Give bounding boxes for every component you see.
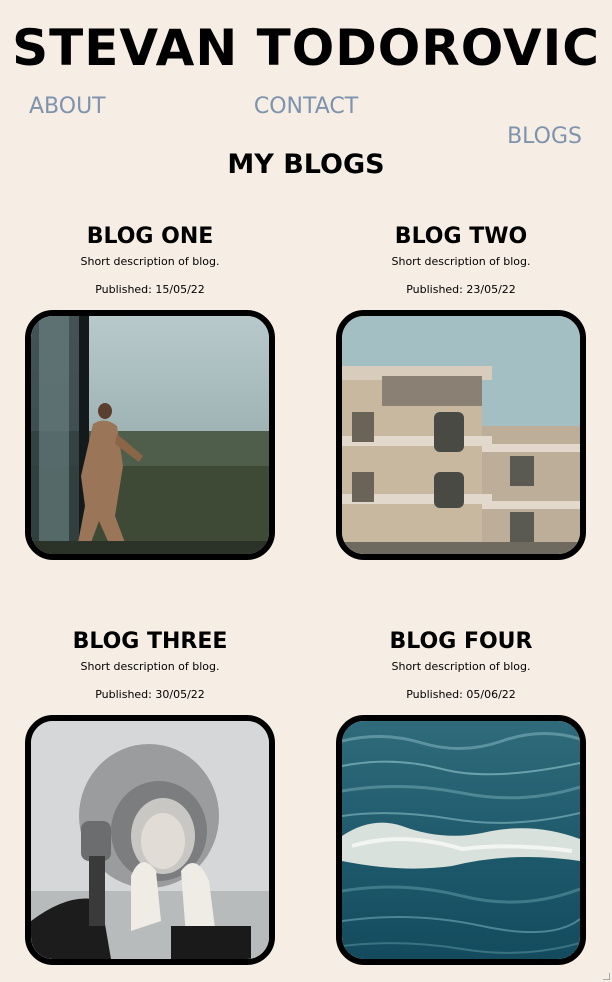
blog-description: Short description of blog. bbox=[80, 255, 220, 268]
blog-description: Short description of blog. bbox=[391, 255, 531, 268]
astronaut-helmet-photo[interactable] bbox=[25, 715, 275, 965]
blog-title[interactable]: BLOG FOUR bbox=[336, 627, 586, 657]
blog-description: Short description of blog. bbox=[80, 660, 220, 673]
resize-handle-icon bbox=[603, 973, 610, 980]
blog-published-date: Published: 30/05/22 bbox=[95, 688, 205, 701]
page-heading: MY BLOGS bbox=[227, 149, 385, 180]
blog-published-date: Published: 05/06/22 bbox=[406, 688, 516, 701]
site-title: STEVAN TODOROVIC bbox=[12, 19, 600, 77]
blog-card-three[interactable]: BLOG THREE Short description of blog. Pu… bbox=[25, 627, 275, 965]
woman-at-window-photo[interactable] bbox=[25, 310, 275, 560]
blog-published-date: Published: 15/05/22 bbox=[95, 283, 205, 296]
ocean-waves-photo[interactable] bbox=[336, 715, 586, 965]
nav-about-link[interactable]: ABOUT bbox=[29, 92, 106, 122]
blog-published-date: Published: 23/05/22 bbox=[406, 283, 516, 296]
blog-card-two[interactable]: BLOG TWO Short description of blog. Publ… bbox=[336, 222, 586, 560]
blog-description: Short description of blog. bbox=[391, 660, 531, 673]
main-nav: ABOUT CONTACT BLOGS bbox=[0, 92, 612, 149]
blog-card-one[interactable]: BLOG ONE Short description of blog. Publ… bbox=[25, 222, 275, 560]
apartment-building-photo[interactable] bbox=[336, 310, 586, 560]
blog-card-four[interactable]: BLOG FOUR Short description of blog. Pub… bbox=[336, 627, 586, 965]
blog-title[interactable]: BLOG ONE bbox=[25, 222, 275, 252]
blog-title[interactable]: BLOG THREE bbox=[25, 627, 275, 657]
blog-title[interactable]: BLOG TWO bbox=[336, 222, 586, 252]
nav-contact-link[interactable]: CONTACT bbox=[254, 94, 358, 119]
